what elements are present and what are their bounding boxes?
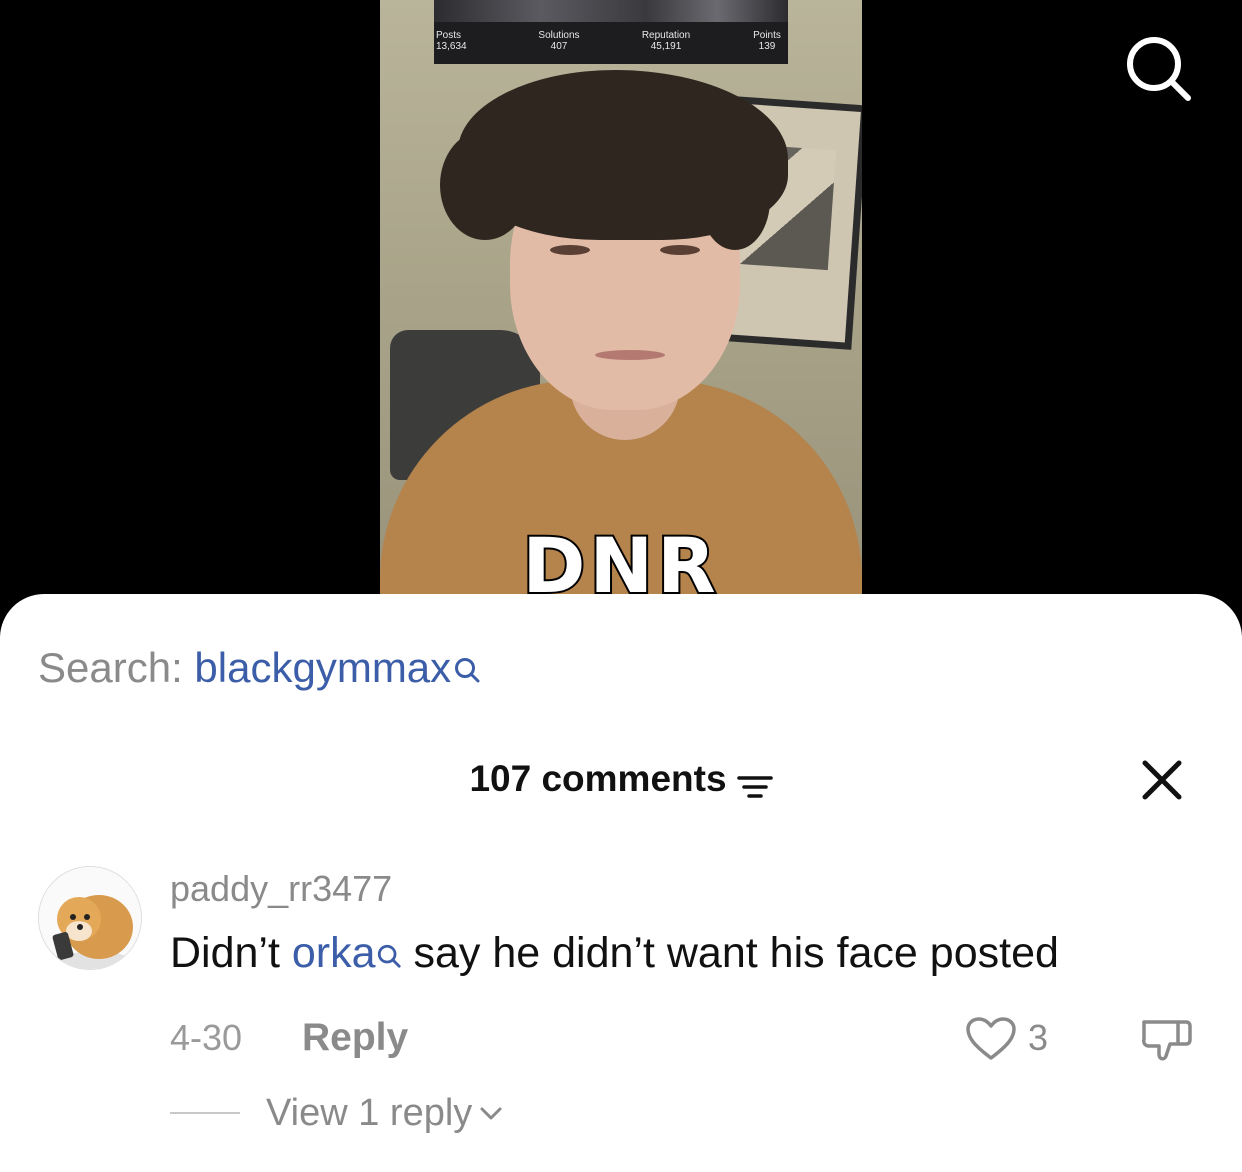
view-replies-button[interactable]: View 1 reply	[170, 1090, 504, 1136]
video-player[interactable]: Posts 13,634 Solutions 407 Reputation 45…	[0, 0, 1242, 600]
sort-filter-icon[interactable]	[736, 764, 773, 798]
profile-stats-bar: Posts 13,634 Solutions 407 Reputation 45…	[434, 0, 788, 64]
search-icon[interactable]	[1122, 36, 1194, 102]
avatar[interactable]	[38, 866, 142, 970]
mention-search-icon	[376, 930, 402, 980]
video-caption-overlay: DNR	[520, 521, 720, 601]
comment-item: paddy_rr3477 Didn’t orka say he didn’t w…	[0, 866, 1242, 1166]
view-replies-label: View 1 reply	[266, 1092, 473, 1134]
stat-reputation: Reputation 45,191	[641, 30, 691, 52]
replies-divider	[170, 1112, 240, 1114]
close-icon[interactable]	[1140, 758, 1184, 802]
comment-username[interactable]: paddy_rr3477	[170, 868, 392, 910]
search-query-link[interactable]: blackgymmax	[194, 644, 451, 691]
like-count: 3	[1028, 1017, 1049, 1058]
chevron-down-icon	[478, 1104, 504, 1127]
video-frame: Posts 13,634 Solutions 407 Reputation 45…	[380, 0, 862, 600]
mention-link[interactable]: orka	[292, 929, 376, 977]
comments-sheet: Search: blackgymmax 107 comments paddy_r…	[0, 594, 1242, 1172]
comments-header: 107 comments	[0, 754, 1242, 804]
comment-date: 4-30	[170, 1017, 243, 1058]
heart-icon[interactable]	[965, 1016, 1017, 1062]
stat-points: Points 139	[753, 30, 781, 52]
search-icon	[453, 646, 481, 694]
reply-button[interactable]: Reply	[302, 1016, 408, 1060]
stat-solutions: Solutions 407	[538, 30, 580, 52]
search-suggestion[interactable]: Search: blackgymmax	[38, 644, 481, 694]
search-prefix: Search:	[38, 644, 183, 691]
comments-count: 107 comments	[469, 758, 727, 799]
comment-text: Didn’t orka say he didn’t want his face …	[170, 928, 1059, 980]
comment-actions: 4-30 Reply 3	[170, 1016, 1210, 1062]
stat-posts: Posts 13,634	[436, 30, 467, 52]
dislike-icon[interactable]	[1140, 1016, 1194, 1064]
